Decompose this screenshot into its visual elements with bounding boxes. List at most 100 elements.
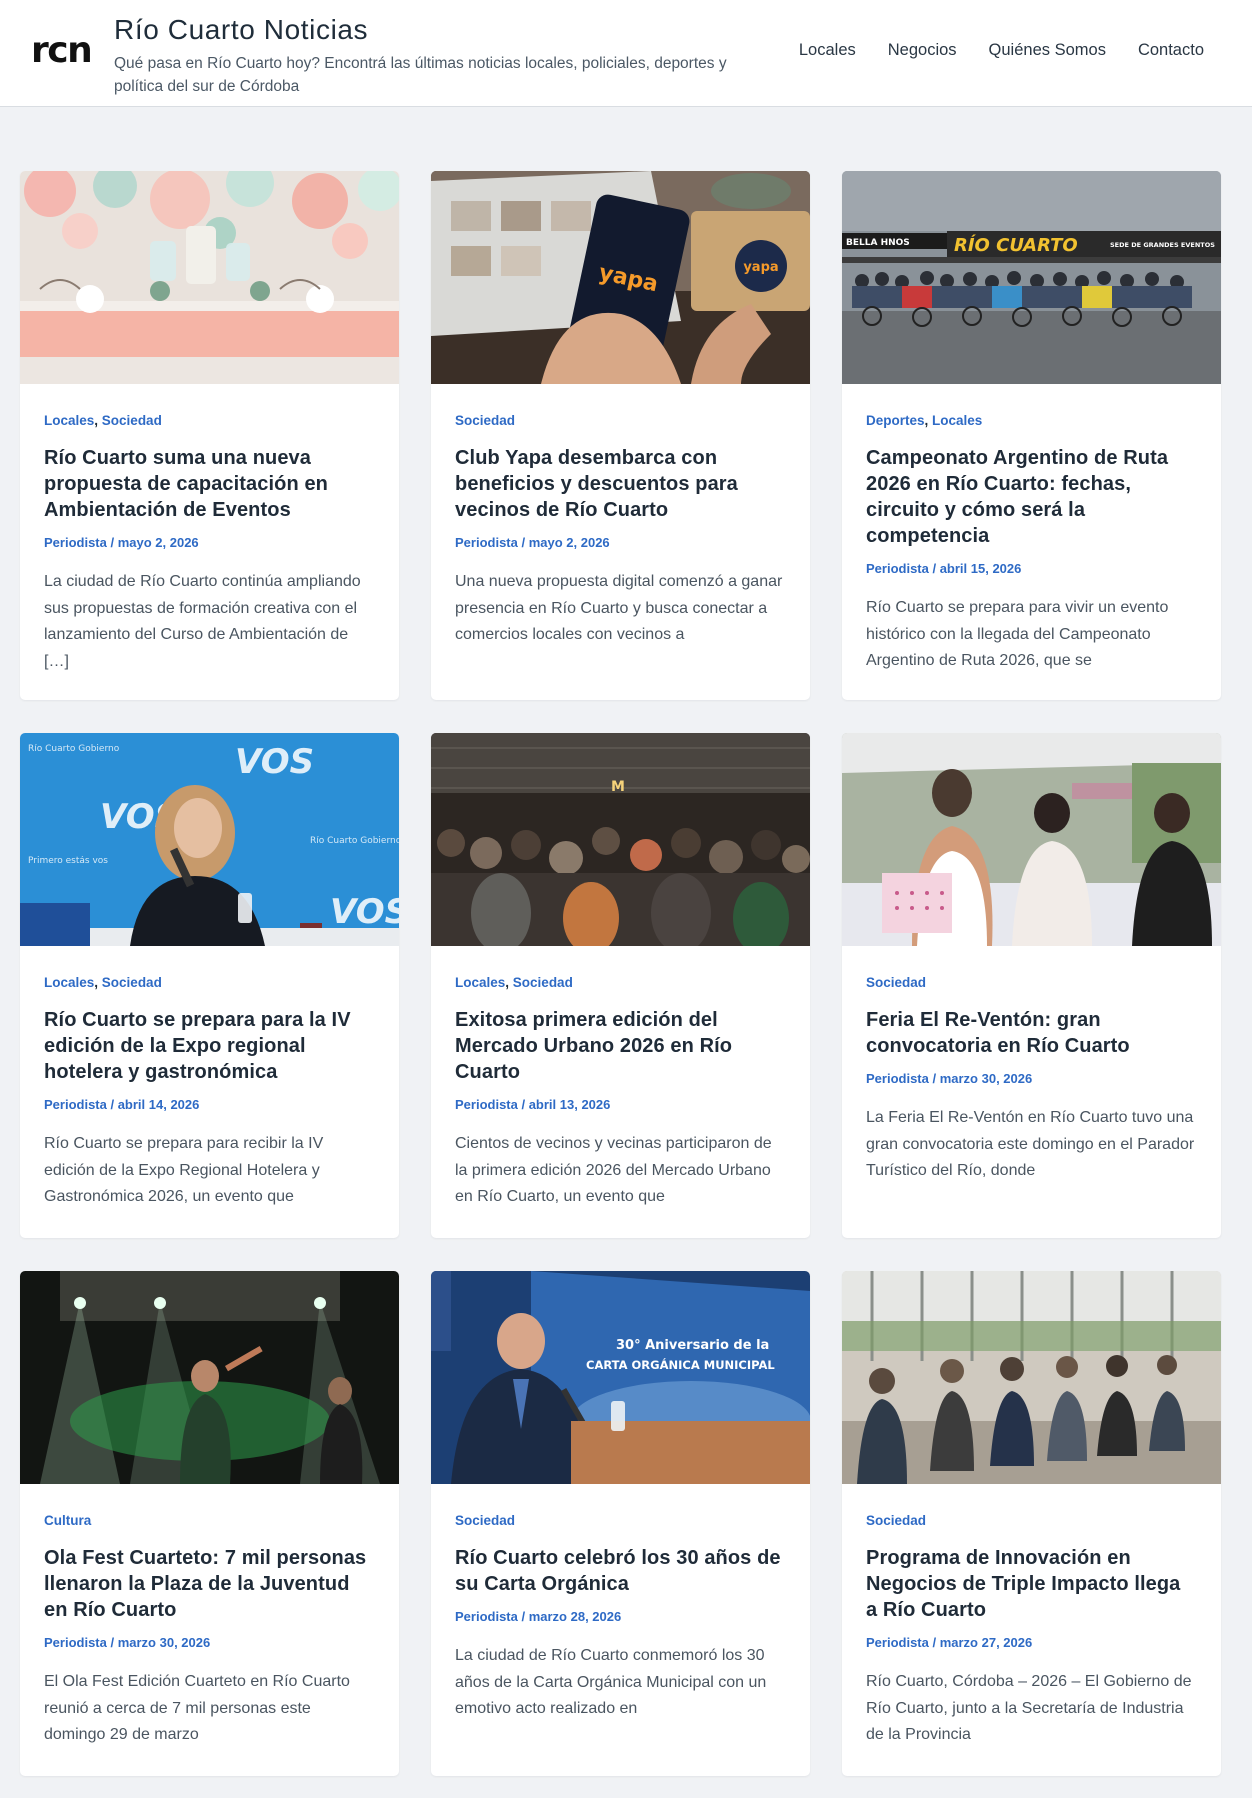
banner-carta-text: CARTA ORGÁNICA MUNICIPAL bbox=[586, 1357, 775, 1372]
post-categories: Cultura bbox=[44, 1512, 375, 1530]
banner-title-text: RÍO CUARTO bbox=[954, 234, 1078, 256]
backdrop-slogan-text: Primero estás vos bbox=[28, 856, 108, 866]
banner-sponsor-text: BELLA HNOS bbox=[846, 238, 910, 248]
post-card: 30° Aniversario de la CARTA ORGÁNICA MUN… bbox=[431, 1271, 810, 1776]
category-separator: , bbox=[924, 413, 933, 428]
site-logo[interactable]: rcn bbox=[31, 31, 93, 71]
post-date[interactable]: abril 13, 2026 bbox=[529, 1097, 611, 1112]
category-link[interactable]: Deportes bbox=[866, 413, 925, 428]
post-author[interactable]: Periodista bbox=[44, 535, 107, 550]
post-excerpt: Cientos de vecinos y vecinas participaro… bbox=[455, 1135, 772, 1205]
site-title[interactable]: Río Cuarto Noticias bbox=[114, 14, 744, 46]
post-card: M Locales, Sociedad Exitosa primera edic… bbox=[431, 733, 810, 1238]
post-thumbnail[interactable] bbox=[20, 171, 399, 384]
yapa-logo-small: yapa bbox=[743, 260, 778, 275]
category-link[interactable]: Cultura bbox=[44, 1513, 91, 1528]
nav-item-contacto[interactable]: Contacto bbox=[1138, 41, 1204, 60]
post-excerpt: La ciudad de Río Cuarto continúa amplian… bbox=[44, 573, 361, 670]
backdrop-org-text: Río Cuarto Gobierno bbox=[28, 744, 120, 754]
post-categories: Locales, Sociedad bbox=[455, 974, 786, 992]
category-link[interactable]: Sociedad bbox=[102, 413, 162, 428]
post-card: Cultura Ola Fest Cuarteto: 7 mil persona… bbox=[20, 1271, 399, 1776]
post-card: yapa yapa Sociedad Club Yapa desembarca … bbox=[431, 171, 810, 700]
post-title[interactable]: Río Cuarto se prepara para la IV edición… bbox=[44, 1007, 375, 1085]
post-author[interactable]: Periodista bbox=[44, 1097, 107, 1112]
category-link[interactable]: Sociedad bbox=[455, 413, 515, 428]
post-thumbnail[interactable] bbox=[842, 733, 1221, 946]
category-link[interactable]: Locales bbox=[455, 975, 505, 990]
posts-grid: Locales, Sociedad Río Cuarto suma una nu… bbox=[20, 171, 1221, 1776]
site-header: rcn Río Cuarto Noticias Qué pasa en Río … bbox=[0, 0, 1252, 107]
post-title[interactable]: Feria El Re-Ventón: gran convocatoria en… bbox=[866, 1007, 1197, 1059]
category-link[interactable]: Locales bbox=[932, 413, 982, 428]
post-author[interactable]: Periodista bbox=[866, 561, 929, 576]
post-categories: Sociedad bbox=[455, 412, 786, 430]
backdrop-vos-text: VOS bbox=[235, 742, 314, 782]
post-excerpt: La ciudad de Río Cuarto conmemoró los 30… bbox=[455, 1647, 767, 1717]
post-card: Sociedad Programa de Innovación en Negoc… bbox=[842, 1271, 1221, 1776]
post-thumbnail[interactable] bbox=[20, 1271, 399, 1484]
post-meta: Periodista / marzo 28, 2026 bbox=[455, 1609, 622, 1624]
category-link[interactable]: Sociedad bbox=[102, 975, 162, 990]
post-meta: Periodista / marzo 30, 2026 bbox=[866, 1071, 1033, 1086]
post-author[interactable]: Periodista bbox=[866, 1071, 929, 1086]
post-thumbnail[interactable]: VOS VOS VOS Río Cuarto Gobierno Río Cuar… bbox=[20, 733, 399, 946]
post-date[interactable]: marzo 28, 2026 bbox=[529, 1609, 622, 1624]
post-date[interactable]: abril 14, 2026 bbox=[118, 1097, 200, 1112]
nav-item-negocios[interactable]: Negocios bbox=[888, 41, 957, 60]
nav-item-locales[interactable]: Locales bbox=[799, 41, 856, 60]
post-categories: Locales, Sociedad bbox=[44, 974, 375, 992]
post-meta: Periodista / marzo 27, 2026 bbox=[866, 1635, 1033, 1650]
nav-item-quienes-somos[interactable]: Quiénes Somos bbox=[989, 41, 1106, 60]
post-meta: Periodista / abril 15, 2026 bbox=[866, 561, 1022, 576]
category-link[interactable]: Sociedad bbox=[513, 975, 573, 990]
post-categories: Sociedad bbox=[866, 974, 1197, 992]
post-excerpt: Río Cuarto, Córdoba – 2026 – El Gobierno… bbox=[866, 1673, 1192, 1743]
category-link[interactable]: Sociedad bbox=[866, 1513, 926, 1528]
post-author[interactable]: Periodista bbox=[455, 1609, 518, 1624]
post-categories: Deportes, Locales bbox=[866, 412, 1197, 430]
post-meta: Periodista / mayo 2, 2026 bbox=[44, 535, 199, 550]
category-link[interactable]: Locales bbox=[44, 413, 94, 428]
post-author[interactable]: Periodista bbox=[866, 1635, 929, 1650]
post-title[interactable]: Campeonato Argentino de Ruta 2026 en Río… bbox=[866, 445, 1197, 549]
banner-subtitle-text: SEDE DE GRANDES EVENTOS bbox=[1110, 241, 1215, 249]
post-date[interactable]: mayo 2, 2026 bbox=[118, 535, 199, 550]
post-thumbnail[interactable]: 30° Aniversario de la CARTA ORGÁNICA MUN… bbox=[431, 1271, 810, 1484]
branding: Río Cuarto Noticias Qué pasa en Río Cuar… bbox=[114, 14, 744, 98]
site-description: Qué pasa en Río Cuarto hoy? Encontrá las… bbox=[114, 55, 727, 95]
post-date[interactable]: abril 15, 2026 bbox=[940, 561, 1022, 576]
post-card: BELLA HNOS RÍO CUARTO SEDE DE GRANDES EV… bbox=[842, 171, 1221, 700]
post-title[interactable]: Club Yapa desembarca con beneficios y de… bbox=[455, 445, 786, 523]
post-author[interactable]: Periodista bbox=[44, 1635, 107, 1650]
post-date[interactable]: marzo 30, 2026 bbox=[118, 1635, 211, 1650]
backdrop-org-text: Río Cuarto Gobierno bbox=[310, 836, 399, 846]
category-separator: , bbox=[94, 413, 102, 428]
post-date[interactable]: marzo 27, 2026 bbox=[940, 1635, 1033, 1650]
post-excerpt: Río Cuarto se prepara para vivir un even… bbox=[866, 599, 1169, 669]
post-title[interactable]: Río Cuarto suma una nueva propuesta de c… bbox=[44, 445, 375, 523]
post-meta: Periodista / marzo 30, 2026 bbox=[44, 1635, 211, 1650]
post-title[interactable]: Río Cuarto celebró los 30 años de su Car… bbox=[455, 1545, 786, 1597]
post-title[interactable]: Ola Fest Cuarteto: 7 mil personas llenar… bbox=[44, 1545, 375, 1623]
category-link[interactable]: Sociedad bbox=[866, 975, 926, 990]
post-thumbnail[interactable] bbox=[842, 1271, 1221, 1484]
post-author[interactable]: Periodista bbox=[455, 1097, 518, 1112]
post-thumbnail[interactable]: yapa yapa bbox=[431, 171, 810, 384]
post-thumbnail[interactable]: M bbox=[431, 733, 810, 946]
post-excerpt: El Ola Fest Edición Cuarteto en Río Cuar… bbox=[44, 1673, 350, 1743]
post-author[interactable]: Periodista bbox=[455, 535, 518, 550]
post-excerpt: Una nueva propuesta digital comenzó a ga… bbox=[455, 573, 783, 643]
post-categories: Sociedad bbox=[866, 1512, 1197, 1530]
backdrop-vos-text: VOS bbox=[330, 892, 399, 932]
post-excerpt: Río Cuarto se prepara para recibir la IV… bbox=[44, 1135, 324, 1205]
post-title[interactable]: Programa de Innovación en Negocios de Tr… bbox=[866, 1545, 1197, 1623]
post-date[interactable]: mayo 2, 2026 bbox=[529, 535, 610, 550]
post-card: Locales, Sociedad Río Cuarto suma una nu… bbox=[20, 171, 399, 700]
post-title[interactable]: Exitosa primera edición del Mercado Urba… bbox=[455, 1007, 786, 1085]
post-date[interactable]: marzo 30, 2026 bbox=[940, 1071, 1033, 1086]
category-link[interactable]: Locales bbox=[44, 975, 94, 990]
category-link[interactable]: Sociedad bbox=[455, 1513, 515, 1528]
post-thumbnail[interactable]: BELLA HNOS RÍO CUARTO SEDE DE GRANDES EV… bbox=[842, 171, 1221, 384]
post-meta: Periodista / mayo 2, 2026 bbox=[455, 535, 610, 550]
